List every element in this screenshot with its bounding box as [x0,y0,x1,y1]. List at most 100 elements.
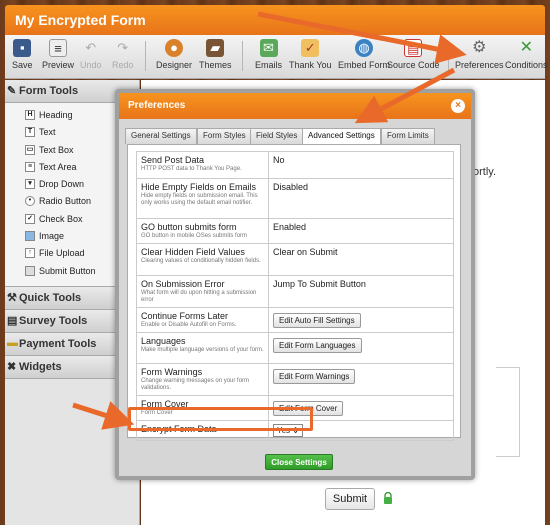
encrypt-form-data-value: Yes [277,426,291,435]
thank-you-button[interactable]: ✓ Thank You [289,39,332,70]
preview-icon: ≡ [49,39,67,57]
advanced-settings-panel: Send Post Data HTTP POST data to Thank Yo… [127,144,461,441]
setting-name: Clear Hidden Field Values [141,247,245,257]
close-settings-button[interactable]: Close Settings [265,454,333,470]
tab-field-styles[interactable]: Field Styles [250,128,304,144]
palette-icon: ● [165,39,184,57]
toolbar-divider [242,41,243,71]
survey-icon: ▤ [7,314,18,327]
form-text-area[interactable] [496,367,520,457]
setting-name: On Submission Error [141,279,225,289]
submit-icon [25,265,35,276]
undo-icon: ↶ [85,40,97,55]
payment-icon: ▬ [7,336,18,349]
source-code-icon: ▤ [404,39,423,57]
drop-down-icon: ▾ [25,179,35,190]
thank-you-icon: ✓ [301,39,320,57]
setting-name: Encrypt Form Data [141,424,217,434]
settings-table: Send Post Data HTTP POST data to Thank Yo… [136,151,454,441]
setting-name: Languages [141,336,186,346]
edit-form-cover-button[interactable]: Edit Form Cover [273,401,344,416]
setting-name: Form Warnings [141,367,203,377]
setting-row: Form Cover Form Cover Edit Form Cover [136,395,454,421]
setting-name: Continue Forms Later [141,311,229,321]
toolbar: ▪ Save ≡ Preview ↶ Undo ↷ Redo ● Designe… [5,35,548,79]
designer-button[interactable]: ● Designer [156,39,192,70]
save-icon: ▪ [13,39,32,57]
go-button-value[interactable]: Enabled [273,222,306,232]
email-icon: ✉ [259,39,278,57]
themes-button[interactable]: ▰ Themes [199,39,232,70]
undo-button[interactable]: ↶ Undo [80,39,102,70]
hide-empty-fields-value[interactable]: Disabled [273,182,308,192]
setting-desc: Hide empty fields on submission email. T… [141,193,258,206]
pencil-icon: ✎ [7,85,17,97]
submission-error-value[interactable]: Jump To Submit Button [273,279,366,289]
setting-row: Clear Hidden Field Values Clearing values… [136,243,454,276]
setting-desc: Change warning messages on your form val… [141,378,250,391]
tab-form-limits[interactable]: Form Limits [381,128,435,144]
gear-icon: ⚙ [472,39,487,56]
toolbar-divider [448,41,449,71]
setting-row: GO button submits form GO button in mobil… [136,218,454,244]
setting-row: Hide Empty Fields on Emails Hide empty fi… [136,178,454,219]
setting-row: Continue Forms Later Enable or Disable Au… [136,307,454,333]
edit-form-warnings-button[interactable]: Edit Form Warnings [273,369,356,384]
widgets-icon: ✖ [7,360,17,373]
setting-row: Send Post Data HTTP POST data to Thank Yo… [136,151,454,179]
setting-desc: Form Cover [141,410,173,416]
wrench-icon: ⚒ [7,291,17,304]
dialog-header: Preferences × [119,93,471,119]
toolbar-divider [145,41,146,71]
setting-name: Hide Empty Fields on Emails [141,182,257,192]
send-post-data-value[interactable]: No [273,155,285,165]
preview-button[interactable]: ≡ Preview [42,39,74,70]
setting-desc: What form will do upon hitting a submiss… [141,290,257,303]
tab-general-settings[interactable]: General Settings [125,128,197,144]
redo-button[interactable]: ↷ Redo [112,39,134,70]
edit-auto-fill-button[interactable]: Edit Auto Fill Settings [273,313,361,328]
text-icon: T [25,127,35,138]
save-button[interactable]: ▪ Save [12,39,33,70]
source-code-button[interactable]: ▤ Source Code [387,39,440,70]
setting-desc: Enable or Disable Autofill on Forms. [141,322,237,328]
app-titlebar: My Encrypted Form [5,5,545,35]
tab-form-styles[interactable]: Form Styles [197,128,252,144]
themes-icon: ▰ [206,39,225,57]
emails-button[interactable]: ✉ Emails [255,39,282,70]
image-icon [25,231,35,242]
encrypt-form-data-select[interactable]: Yes ⇕ [273,424,303,437]
conditions-button[interactable]: ✕ Conditions [505,39,548,70]
edit-form-languages-button[interactable]: Edit Form Languages [273,338,362,353]
setting-name: GO button submits form [141,222,237,232]
lock-icon [384,492,392,504]
setting-row: On Submission Error What form will do upo… [136,275,454,308]
setting-desc: Make multiple language versions of your … [141,347,264,353]
dialog-title: Preferences [128,100,186,111]
radio-icon: • [25,196,35,207]
file-upload-icon: ↑ [25,248,35,259]
setting-desc: Clearing values of conditionally hidden … [141,258,261,264]
form-submit-button[interactable]: Submit [325,488,375,510]
checkbox-icon: ✓ [25,213,35,224]
setting-desc: HTTP POST data to Thank You Page. [141,166,242,172]
form-title: My Encrypted Form [15,12,146,28]
form-text-fragment: ortly. [473,166,497,178]
globe-icon: ◍ [355,39,373,57]
setting-name: Form Cover [141,399,189,409]
setting-row: Languages Make multiple language versions… [136,332,454,364]
preferences-dialog: Preferences × General Settings Form Styl… [115,89,475,480]
text-box-icon: ▭ [25,144,35,155]
conditions-icon: ✕ [519,39,533,56]
setting-row: Form Warnings Change warning messages on … [136,363,454,396]
embed-form-button[interactable]: ◍ Embed Form [338,39,390,70]
setting-row: Encrypt Form Data Yes ⇕ [136,420,454,441]
redo-icon: ↷ [117,40,129,55]
chevron-down-icon: ⇕ [292,426,299,435]
tab-advanced-settings[interactable]: Advanced Settings [302,128,381,145]
close-icon[interactable]: × [451,99,465,113]
clear-hidden-fields-value[interactable]: Clear on Submit [273,247,338,257]
preferences-button[interactable]: ⚙ Preferences [455,39,504,70]
heading-icon: H [25,110,35,120]
setting-name: Send Post Data [141,155,205,165]
